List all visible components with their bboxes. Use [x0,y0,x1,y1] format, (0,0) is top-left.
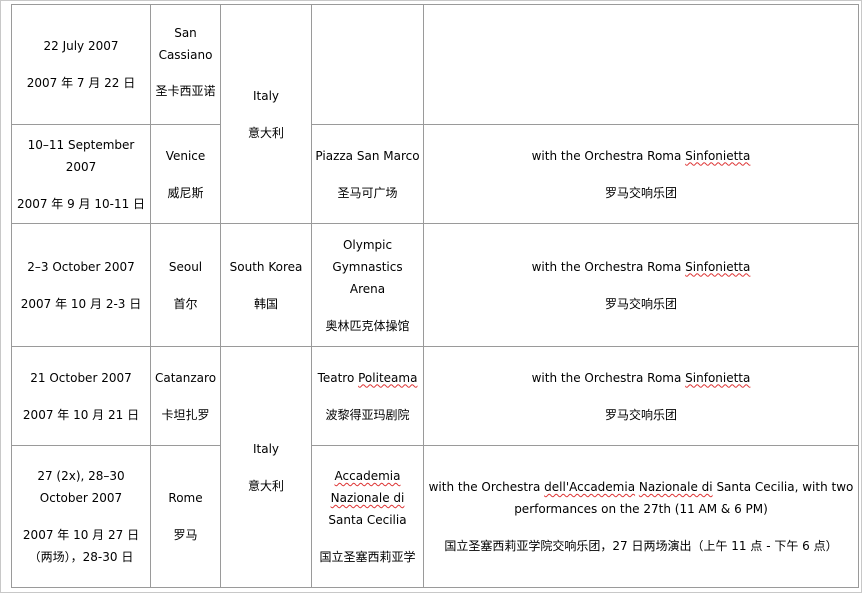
date-zh: 2007 年 9 月 10-11 日 [16,196,146,211]
city-cell: Venice 威尼斯 [150,124,221,224]
concert-schedule-table: 22 July 2007 2007 年 7 月 22 日 San Cassian… [11,4,859,588]
date-cell: 2–3 October 2007 2007 年 10 月 2-3 日 [11,223,151,347]
venue-zh: 国立圣塞西莉亚学 [319,550,416,564]
note-cell: with the Orchestra dell'Accademia Nazion… [423,445,859,588]
venue-zh: 奥林匹克体操馆 [325,318,410,333]
note-en: with the Orchestra Roma Sinfonietta [531,259,751,274]
country-zh: 韩国 [253,296,278,311]
venue-en: Teatro Politeama [317,370,418,385]
venue-cell: Teatro Politeama 波黎得亚玛剧院 [311,346,424,446]
city-cell: San Cassiano 圣卡西亚诺 [150,4,221,125]
note-zh: 国立圣塞西莉亚学院交响乐团，27 日两场演出（上午 11 点 - 下午 6 点） [444,539,838,553]
venue-zh: 波黎得亚玛剧院 [325,407,410,422]
note-cell: with the Orchestra Roma Sinfonietta 罗马交响… [423,346,859,446]
note-cell: with the Orchestra Roma Sinfonietta 罗马交响… [423,124,859,224]
note-zh: 罗马交响乐团 [604,407,677,422]
date-en: 22 July 2007 [43,39,119,53]
date-en: 2–3 October 2007 [27,259,135,274]
country-en: Italy [252,441,280,456]
date-cell: 22 July 2007 2007 年 7 月 22 日 [11,4,151,125]
date-en: 21 October 2007 [30,370,132,385]
venue-cell: Accademia Nazionale di Santa Cecilia 国立圣… [311,445,424,588]
spellcheck-word[interactable]: Nazionale di [331,491,405,505]
note-zh: 罗马交响乐团 [604,296,677,311]
country-cell: Italy 意大利 [220,346,312,588]
note-cell [423,4,859,125]
city-zh: 圣卡西亚诺 [155,83,216,98]
city-en: Venice [165,148,206,163]
venue-en: Olympic Gymnastics Arena [332,237,403,296]
note-en: with the Orchestra dell'Accademia Nazion… [428,480,854,516]
country-zh: 意大利 [247,125,284,140]
city-zh: 威尼斯 [167,185,204,200]
table-row: 2–3 October 2007 2007 年 10 月 2-3 日 Seoul… [11,223,859,347]
date-zh: 2007 年 7 月 22 日 [26,76,136,90]
city-en: San Cassiano [158,25,213,62]
note-en: with the Orchestra Roma Sinfonietta [531,148,751,163]
spellcheck-word[interactable]: Accademia [335,469,401,483]
country-zh: 意大利 [247,478,284,493]
city-en: Seoul [168,259,203,274]
spellcheck-word[interactable]: dell'Accademia [544,480,635,494]
city-en: Rome [168,491,203,505]
spellcheck-word[interactable]: Politeama [358,371,417,385]
spellcheck-word[interactable]: Sinfonietta [685,371,750,385]
city-zh: 卡坦扎罗 [161,407,210,422]
note-en: with the Orchestra Roma Sinfonietta [531,370,751,385]
date-en: 27 (2x), 28–30 October 2007 [37,469,125,505]
venue-cell: Olympic Gymnastics Arena 奥林匹克体操馆 [311,223,424,347]
city-cell: Catanzaro 卡坦扎罗 [150,346,221,446]
city-en: Catanzaro [154,370,217,385]
city-zh: 首尔 [173,296,198,311]
date-zh: 2007 年 10 月 21 日 [22,407,140,422]
spellcheck-word[interactable]: Sinfonietta [685,260,750,274]
spellcheck-word[interactable]: Nazionale di [639,480,713,494]
note-zh: 罗马交响乐团 [604,185,677,200]
venue-en: Accademia Nazionale di Santa Cecilia [328,469,407,527]
city-cell: Rome 罗马 [150,445,221,588]
date-cell: 21 October 2007 2007 年 10 月 21 日 [11,346,151,446]
venue-zh: 圣马可广场 [337,185,398,200]
table-row: 27 (2x), 28–30 October 2007 2007 年 10 月 … [11,445,859,588]
spellcheck-word[interactable]: Sinfonietta [685,149,750,163]
date-en: 10–11 September 2007 [27,137,135,174]
country-cell: Italy 意大利 [220,4,312,224]
table-row: 10–11 September 2007 2007 年 9 月 10-11 日 … [11,124,859,224]
date-cell: 27 (2x), 28–30 October 2007 2007 年 10 月 … [11,445,151,588]
country-cell: South Korea 韩国 [220,223,312,347]
city-zh: 罗马 [173,528,198,542]
venue-cell [311,4,424,125]
table-row: 22 July 2007 2007 年 7 月 22 日 San Cassian… [11,4,859,224]
date-zh: 2007 年 10 月 2-3 日 [20,296,142,311]
table-row: 21 October 2007 2007 年 10 月 21 日 Catanza… [11,346,859,588]
date-zh: 2007 年 10 月 27 日（两场），28-30 日 [22,528,140,564]
date-cell: 10–11 September 2007 2007 年 9 月 10-11 日 [11,124,151,224]
city-cell: Seoul 首尔 [150,223,221,347]
venue-cell: Piazza San Marco 圣马可广场 [311,124,424,224]
country-en: South Korea [229,259,303,274]
note-cell: with the Orchestra Roma Sinfonietta 罗马交响… [423,223,859,347]
venue-en: Piazza San Marco [315,148,420,163]
country-en: Italy [252,88,280,103]
